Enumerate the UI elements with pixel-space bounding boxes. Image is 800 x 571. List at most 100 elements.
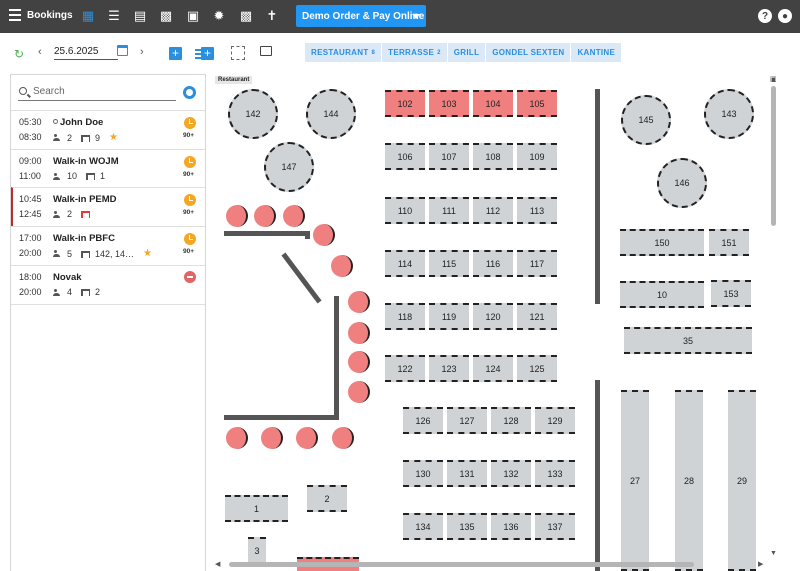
table-132[interactable]: 132 <box>491 460 531 487</box>
table-105[interactable]: 105 <box>517 90 557 117</box>
table-35[interactable]: 35 <box>624 327 752 354</box>
table-128[interactable]: 128 <box>491 407 531 434</box>
scroll-up-icon[interactable]: ▲ <box>770 77 777 84</box>
table-151[interactable]: 151 <box>709 229 749 256</box>
bar-stool[interactable] <box>283 205 305 227</box>
booking-item[interactable]: 18:00 20:00 Novak 4 2 <box>11 265 205 304</box>
table-146[interactable]: 146 <box>657 158 707 208</box>
tab-restaurant[interactable]: RESTAURANT 8 <box>305 43 383 62</box>
table-135[interactable]: 135 <box>447 513 487 540</box>
table-145[interactable]: 145 <box>621 95 671 145</box>
table-126[interactable]: 126 <box>403 407 443 434</box>
bar-stool[interactable] <box>313 224 335 246</box>
booking-item-selected[interactable]: 10:45 12:45 Walk-in PEMD 2 90+ <box>11 187 205 226</box>
list-icon[interactable]: ▤ <box>132 7 148 25</box>
tab-gondel-sexten[interactable]: GONDEL SEXTEN <box>486 43 572 62</box>
table-117[interactable]: 117 <box>517 250 557 277</box>
scan-table-icon[interactable] <box>231 46 245 60</box>
calendar-add-icon[interactable]: ▩ <box>238 7 254 25</box>
table-129[interactable]: 129 <box>535 407 575 434</box>
scroll-right-icon[interactable]: ▶ <box>758 560 763 568</box>
booking-item[interactable]: 17:00 20:00 Walk-in PBFC 5 142, 14… ★ 90… <box>11 226 205 265</box>
table-102[interactable]: 102 <box>385 90 425 117</box>
table-3[interactable]: 3 <box>248 537 266 564</box>
bar-stool[interactable] <box>226 205 248 227</box>
table-136[interactable]: 136 <box>491 513 531 540</box>
search-input[interactable] <box>33 86 173 97</box>
table-29[interactable]: 29 <box>728 390 756 571</box>
venue-selector[interactable]: Demo Order & Pay Online <box>296 5 426 27</box>
bar-stool[interactable] <box>296 427 318 449</box>
horizontal-scroll-thumb[interactable] <box>229 562 694 567</box>
table-118[interactable]: 118 <box>385 303 425 330</box>
bar-stool[interactable] <box>261 427 283 449</box>
table-153[interactable]: 153 <box>711 280 751 307</box>
menu-icon[interactable] <box>9 9 21 23</box>
table-123[interactable]: 123 <box>429 355 469 382</box>
settings-cogs-icon[interactable]: ✹ <box>211 7 227 25</box>
table-113[interactable]: 113 <box>517 197 557 224</box>
table-143[interactable]: 143 <box>704 89 754 139</box>
table-104[interactable]: 104 <box>473 90 513 117</box>
hierarchy-icon[interactable]: ☰ <box>106 7 122 25</box>
waiting-clock-icon[interactable] <box>184 156 196 168</box>
table-130[interactable]: 130 <box>403 460 443 487</box>
booking-item[interactable]: 05:30 08:30 John Doe 2 9 ★ 90+ <box>11 110 205 149</box>
table-131[interactable]: 131 <box>447 460 487 487</box>
table-116[interactable]: 116 <box>473 250 513 277</box>
bar-stool[interactable] <box>332 427 354 449</box>
bar-stool[interactable] <box>348 381 370 403</box>
table-111[interactable]: 111 <box>429 197 469 224</box>
help-icon[interactable]: ? <box>758 9 772 23</box>
booking-item[interactable]: 09:00 11:00 Walk-in WOJM 10 1 90+ <box>11 149 205 188</box>
table-108[interactable]: 108 <box>473 143 513 170</box>
table-103[interactable]: 103 <box>429 90 469 117</box>
vertical-scroll-thumb[interactable] <box>771 86 776 226</box>
table-125[interactable]: 125 <box>517 355 557 382</box>
previous-day-icon[interactable]: ‹ <box>38 46 42 58</box>
table-147[interactable]: 147 <box>264 142 314 192</box>
gear-icon[interactable] <box>183 86 196 99</box>
table-150[interactable]: 150 <box>620 229 704 256</box>
scroll-down-icon[interactable]: ▼ <box>770 550 777 557</box>
table-112[interactable]: 112 <box>473 197 513 224</box>
table-133[interactable]: 133 <box>535 460 575 487</box>
bar-stool[interactable] <box>226 427 248 449</box>
cutlery-icon[interactable]: ✝ <box>264 7 280 25</box>
table-10[interactable]: 10 <box>620 281 704 308</box>
vertical-scrollbar[interactable]: ▲ ▼ <box>769 77 779 564</box>
calendar-grid-icon[interactable]: ▩ <box>158 7 174 25</box>
date-field[interactable]: 25.6.2025 <box>54 46 118 60</box>
bar-stool[interactable] <box>254 205 276 227</box>
user-account-icon[interactable]: ● <box>778 9 792 23</box>
next-day-icon[interactable]: › <box>140 46 144 58</box>
bar-stool[interactable] <box>331 255 353 277</box>
table-115[interactable]: 115 <box>429 250 469 277</box>
table-106[interactable]: 106 <box>385 143 425 170</box>
add-list-icon[interactable]: + <box>195 47 214 60</box>
table-119[interactable]: 119 <box>429 303 469 330</box>
table-127[interactable]: 127 <box>447 407 487 434</box>
table-107[interactable]: 107 <box>429 143 469 170</box>
bar-stool[interactable] <box>348 291 370 313</box>
table-28[interactable]: 28 <box>675 390 703 571</box>
refresh-icon[interactable]: ↻ <box>14 47 24 61</box>
waiting-clock-icon[interactable] <box>184 233 196 245</box>
bar-stool[interactable] <box>348 322 370 344</box>
add-booking-button[interactable]: + <box>169 47 182 60</box>
date-picker-icon[interactable] <box>117 45 128 56</box>
table-144[interactable]: 144 <box>306 89 356 139</box>
table-timer-icon[interactable] <box>260 46 272 56</box>
waiting-clock-icon[interactable] <box>184 194 196 206</box>
table-137[interactable]: 137 <box>535 513 575 540</box>
table-122[interactable]: 122 <box>385 355 425 382</box>
tab-kantine[interactable]: KANTINE <box>571 43 623 62</box>
table-120[interactable]: 120 <box>473 303 513 330</box>
cancelled-status-icon[interactable] <box>184 271 196 283</box>
table-121[interactable]: 121 <box>517 303 557 330</box>
table-109[interactable]: 109 <box>517 143 557 170</box>
table-142[interactable]: 142 <box>228 89 278 139</box>
table-114[interactable]: 114 <box>385 250 425 277</box>
calendar-icon[interactable]: ▦ <box>80 7 96 25</box>
qr-scan-icon[interactable]: ▣ <box>185 7 201 25</box>
